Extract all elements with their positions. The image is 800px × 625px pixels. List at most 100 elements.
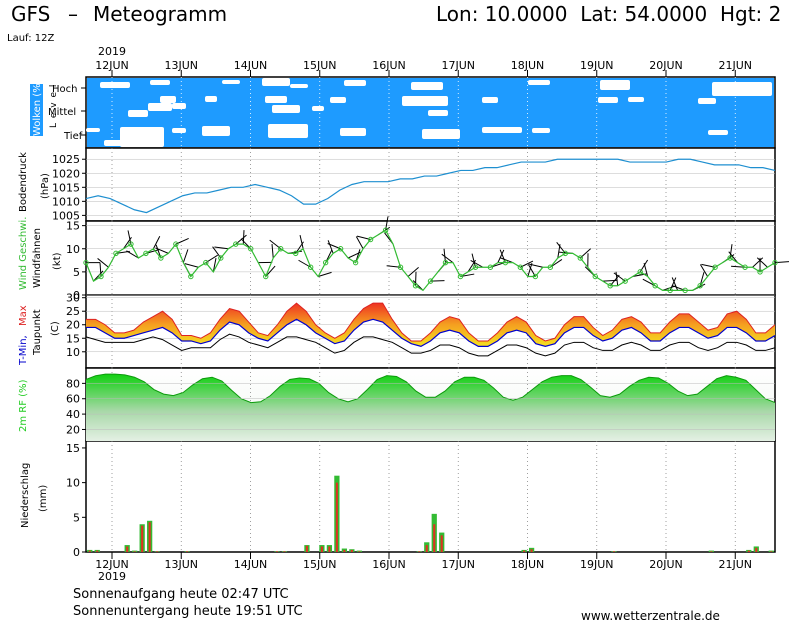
wind-tick-label: 5 xyxy=(73,266,80,279)
temperature-tick-label: 20 xyxy=(66,319,80,332)
cloud-patch xyxy=(340,128,366,136)
wind-ylabel: Wind Geschwi. xyxy=(18,217,29,290)
cloud-patch xyxy=(172,128,186,133)
cloud-patch xyxy=(148,103,172,111)
cloud-patch xyxy=(708,130,728,135)
wind-unit: (kt) xyxy=(52,252,63,270)
date-label-top: 20JUN xyxy=(649,59,683,72)
precip-conv-bar xyxy=(425,545,428,552)
cloud-ylabel: Wolken (%) xyxy=(32,79,43,136)
precip-conv-bar xyxy=(148,522,151,552)
date-label-bottom: 18JUN xyxy=(511,558,545,571)
precip-conv-bar xyxy=(440,535,443,552)
cloud-patch xyxy=(265,96,287,103)
cloud-patch xyxy=(222,80,240,84)
precip-conv-bar xyxy=(418,551,421,552)
date-label-top: 12JUN xyxy=(95,59,129,72)
cloud-patch xyxy=(422,129,460,139)
precip-conv-bar xyxy=(747,550,750,552)
cloud-patch xyxy=(205,96,217,102)
panel-precipitation xyxy=(85,440,776,553)
temperature-legend-max: Max xyxy=(18,305,29,326)
precip-conv-bar xyxy=(141,525,144,552)
cloud-patch xyxy=(482,97,498,103)
precip-conv-bar xyxy=(328,546,331,552)
date-label-top: 15JUN xyxy=(303,59,337,72)
precip-conv-bar xyxy=(710,551,713,552)
cloud-patch xyxy=(528,80,550,85)
date-label-bottom: 20JUN xyxy=(649,558,683,571)
temperature-tick-label: 25 xyxy=(66,305,80,318)
cloud-patch xyxy=(202,126,230,136)
wind-tick-label: 10 xyxy=(66,243,80,256)
date-label-top: 13JUN xyxy=(164,59,198,72)
cloud-patch xyxy=(532,128,550,133)
precip-conv-bar xyxy=(275,551,279,552)
pressure-unit: (hPa) xyxy=(40,173,51,199)
cloud-patch xyxy=(402,96,448,106)
date-label-top: 21JUN xyxy=(718,59,752,72)
cloud-patch xyxy=(482,127,522,133)
wind-tick-label: 15 xyxy=(66,220,80,233)
precip-conv-bar xyxy=(770,551,773,552)
cloud-patch xyxy=(290,84,308,88)
precip-conv-bar xyxy=(343,549,346,552)
temperature-tick-label: 10 xyxy=(66,346,80,359)
temperature-legend-min: T-Min, xyxy=(18,335,29,366)
precip-conv-bar xyxy=(88,550,91,552)
date-label-top: 17JUN xyxy=(441,59,475,72)
precip-conv-bar xyxy=(433,524,436,552)
cloud-patch xyxy=(272,105,300,113)
precip-conv-bar xyxy=(96,550,99,552)
cloud-patch xyxy=(698,98,716,104)
pressure-ylabel: Bodendruck xyxy=(18,152,29,212)
cloud-patch xyxy=(628,97,644,102)
cloud-patch xyxy=(344,80,366,86)
precip-ylabel: Niederschlag xyxy=(20,463,31,528)
date-label-top: 16JUN xyxy=(372,59,406,72)
precip-conv-bar xyxy=(612,551,616,552)
cloud-patch xyxy=(712,82,772,96)
date-label-bottom: 16JUN xyxy=(372,558,406,571)
date-label-bottom: 17JUN xyxy=(441,558,475,571)
cloud-patch xyxy=(428,110,448,116)
precip-conv-bar xyxy=(350,549,353,552)
humidity-tick-label: 20 xyxy=(66,423,80,436)
cloud-patch xyxy=(600,80,630,90)
cloud-patch xyxy=(86,128,100,132)
cloud-patch xyxy=(411,82,443,90)
precip-conv-bar xyxy=(133,551,136,552)
panel-pressure xyxy=(85,147,776,222)
cloud-patch xyxy=(172,103,186,109)
cloud-patch xyxy=(128,110,148,117)
precip-conv-bar xyxy=(320,546,323,552)
pressure-tick-label: 1015 xyxy=(52,181,80,194)
precip-conv-bar xyxy=(156,551,159,552)
precip-conv-bar xyxy=(335,482,338,552)
temperature-ylabel: Taupunkt xyxy=(32,309,43,356)
cloud-patch xyxy=(120,127,164,147)
humidity-ylabel: 2m RF (%) xyxy=(18,379,29,432)
precip-conv-bar xyxy=(523,550,526,552)
pressure-tick-label: 1025 xyxy=(52,153,80,166)
cloud-level-low: Tief xyxy=(63,131,83,142)
precip-conv-bar xyxy=(305,545,308,552)
precip-conv-bar xyxy=(283,551,286,552)
site-link[interactable]: www.wetterzentrale.de xyxy=(581,609,720,623)
humidity-tick-label: 80 xyxy=(66,377,80,390)
precip-conv-bar xyxy=(186,551,189,552)
date-label-bottom: 13JUN xyxy=(164,558,198,571)
date-label-top: 19JUN xyxy=(580,59,614,72)
pressure-tick-label: 1020 xyxy=(52,167,80,180)
temperature-unit: (C) xyxy=(50,321,61,336)
meteogram-chart: HochMittelTiefWolken (%) L e v e l1005101… xyxy=(18,45,790,583)
cloud-patch xyxy=(160,96,176,103)
cloud-patch xyxy=(100,82,130,88)
precip-unit: (mm) xyxy=(38,485,49,512)
date-label-bottom: 21JUN xyxy=(718,558,752,571)
year-label-bottom: 2019 xyxy=(98,570,126,583)
cloud-patch xyxy=(104,140,122,146)
precip-conv-bar xyxy=(358,551,361,552)
precip-tick-label: 15 xyxy=(66,442,80,455)
precip-conv-bar xyxy=(126,546,129,552)
